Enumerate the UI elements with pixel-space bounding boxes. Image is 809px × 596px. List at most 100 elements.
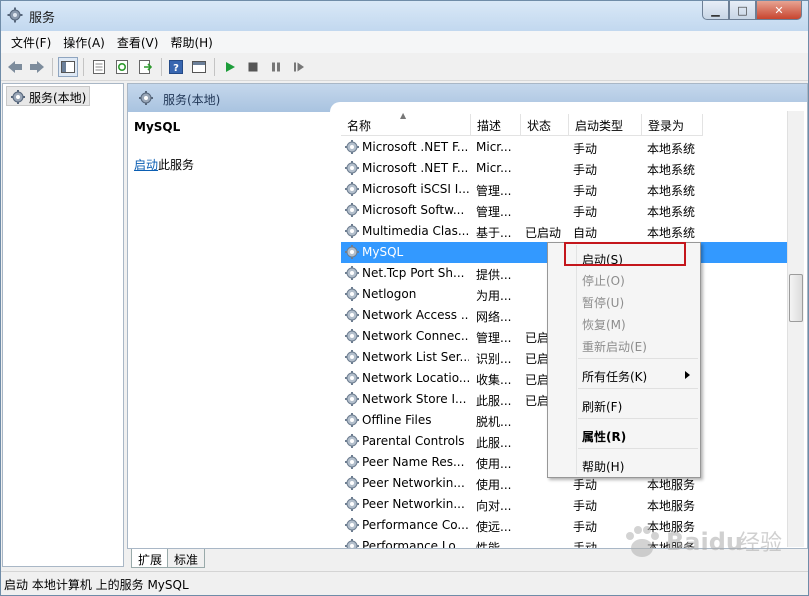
service-name: Performance Co... <box>362 518 469 532</box>
service-description: Micr... <box>476 161 512 175</box>
service-name: Peer Networkin... <box>362 476 465 490</box>
service-description: Micr... <box>476 140 512 154</box>
show-pane-button[interactable] <box>189 57 209 77</box>
context-menu-item[interactable]: 帮助(H) <box>582 458 624 475</box>
start-service-button[interactable] <box>220 57 240 77</box>
menu-separator <box>578 358 698 359</box>
resume-icon <box>294 62 304 72</box>
service-row[interactable]: Multimedia Clas... 基于... 已启动 自动 本地系统 <box>341 221 803 242</box>
resume-service-button[interactable] <box>289 57 309 77</box>
sort-up-icon: ▲ <box>400 111 407 120</box>
menu-file[interactable]: 文件(F) <box>5 34 57 51</box>
menu-separator <box>578 448 698 449</box>
service-gear-icon <box>344 391 360 407</box>
service-startup-type: 手动 <box>573 205 598 219</box>
context-menu-item[interactable]: 刷新(F) <box>582 398 622 415</box>
service-gear-icon <box>344 223 360 239</box>
service-row[interactable]: Peer Networkin... 向对... 手动 本地服务 <box>341 494 803 515</box>
service-gear-icon <box>344 181 360 197</box>
baidu-watermark: Baidu 经验 <box>626 526 782 557</box>
service-logon: 本地系统 <box>647 184 696 198</box>
back-button[interactable] <box>5 57 25 77</box>
context-menu-item[interactable]: 恢复(M) <box>582 316 626 333</box>
tab-extended-label: 扩展 <box>138 553 163 567</box>
service-name: Peer Name Res... <box>362 455 465 469</box>
column-header-startup-type[interactable]: 启动类型 <box>569 114 642 136</box>
properties-icon <box>93 60 105 74</box>
show-pane-icon <box>192 61 206 73</box>
service-startup-type: 自动 <box>573 226 598 240</box>
vertical-scrollbar[interactable] <box>787 111 804 547</box>
context-menu: 启动(S) 停止(O) 暂停(U) 恢复(M) 重新启动(E) 所有任务(K) 刷新(F) 属… <box>547 242 701 478</box>
console-tree: 服务(本地) <box>2 83 124 567</box>
maximize-button[interactable]: □ <box>729 1 756 20</box>
service-row[interactable]: Microsoft .NET F... Micr... 手动 本地系统 <box>341 158 803 179</box>
export-button[interactable] <box>135 57 155 77</box>
svg-text:?: ? <box>173 63 179 74</box>
tab-extended[interactable]: 扩展 <box>131 549 170 568</box>
service-name: Microsoft Softw... <box>362 203 465 217</box>
service-gear-icon <box>344 202 360 218</box>
tab-standard[interactable]: 标准 <box>167 549 206 568</box>
menu-bar: 文件(F) 操作(A) 查看(V) 帮助(H) <box>1 31 808 53</box>
help-button[interactable]: ? <box>166 57 186 77</box>
service-description: 收集... <box>476 373 512 387</box>
service-name: Netlogon <box>362 287 417 301</box>
menu-separator <box>578 418 698 419</box>
column-header-status-label: 状态 <box>527 119 552 133</box>
context-menu-item[interactable]: 属性(R) <box>582 428 626 445</box>
service-gear-icon <box>344 538 360 548</box>
service-startup-type: 手动 <box>573 499 598 513</box>
submenu-arrow-icon <box>685 371 690 379</box>
menu-help[interactable]: 帮助(H) <box>164 34 218 51</box>
service-row[interactable]: Microsoft Softw... 管理... 手动 本地系统 <box>341 200 803 221</box>
scrollbar-thumb[interactable] <box>789 274 803 322</box>
service-row[interactable]: Microsoft .NET F... Micr... 手动 本地系统 <box>341 137 803 158</box>
pause-service-button[interactable] <box>266 57 286 77</box>
service-name: MySQL <box>362 245 404 259</box>
column-header-logon-label: 登录为 <box>648 119 685 133</box>
service-description: 性能... <box>476 541 512 549</box>
tree-node-label: 服务(本地) <box>29 91 87 105</box>
refresh-button[interactable] <box>112 57 132 77</box>
menu-view[interactable]: 查看(V) <box>111 34 165 51</box>
caption-buttons: ▁ □ ✕ <box>702 1 802 20</box>
column-header-description[interactable]: 描述 <box>471 114 521 136</box>
menu-separator <box>578 388 698 389</box>
minimize-button[interactable]: ▁ <box>702 1 729 20</box>
context-menu-item[interactable]: 暂停(U) <box>582 294 624 311</box>
properties-button[interactable] <box>89 57 109 77</box>
context-menu-item[interactable]: 停止(O) <box>582 272 625 289</box>
service-name: Peer Networkin... <box>362 497 465 511</box>
gear-icon <box>139 91 153 105</box>
service-gear-icon <box>344 412 360 428</box>
menu-action[interactable]: 操作(A) <box>57 34 111 51</box>
console-tree-button[interactable] <box>58 57 78 77</box>
context-menu-item[interactable]: 所有任务(K) <box>582 368 647 385</box>
service-description: 为用... <box>476 289 512 303</box>
service-gear-icon <box>344 139 360 155</box>
service-name: Multimedia Clas... <box>362 224 469 238</box>
service-row[interactable]: Microsoft iSCSI I... 管理... 手动 本地系统 <box>341 179 803 200</box>
service-description: 向对... <box>476 499 512 513</box>
service-startup-type: 手动 <box>573 163 598 177</box>
service-gear-icon <box>344 265 360 281</box>
status-text: 启动 本地计算机 上的服务 MySQL <box>4 578 189 592</box>
stop-service-button[interactable] <box>243 57 263 77</box>
tree-node-services-local[interactable]: 服务(本地) <box>6 86 91 106</box>
close-button[interactable]: ✕ <box>756 1 802 20</box>
service-description: 此服... <box>476 394 512 408</box>
window-title: 服务 <box>29 11 56 26</box>
service-logon: 本地系统 <box>647 226 696 240</box>
start-service-link[interactable]: 启动 <box>134 158 158 172</box>
service-description: 提供... <box>476 268 512 282</box>
forward-button[interactable] <box>27 57 47 77</box>
context-menu-item[interactable]: 重新启动(E) <box>582 338 647 355</box>
column-header-status[interactable]: 状态 <box>521 114 569 136</box>
help-icon: ? <box>169 60 183 74</box>
highlight-box <box>564 242 686 266</box>
column-header-logon[interactable]: 登录为 <box>642 114 703 136</box>
service-gear-icon <box>344 307 360 323</box>
gear-icon <box>11 90 25 104</box>
column-header-name[interactable]: ▲ 名称 <box>341 111 471 136</box>
